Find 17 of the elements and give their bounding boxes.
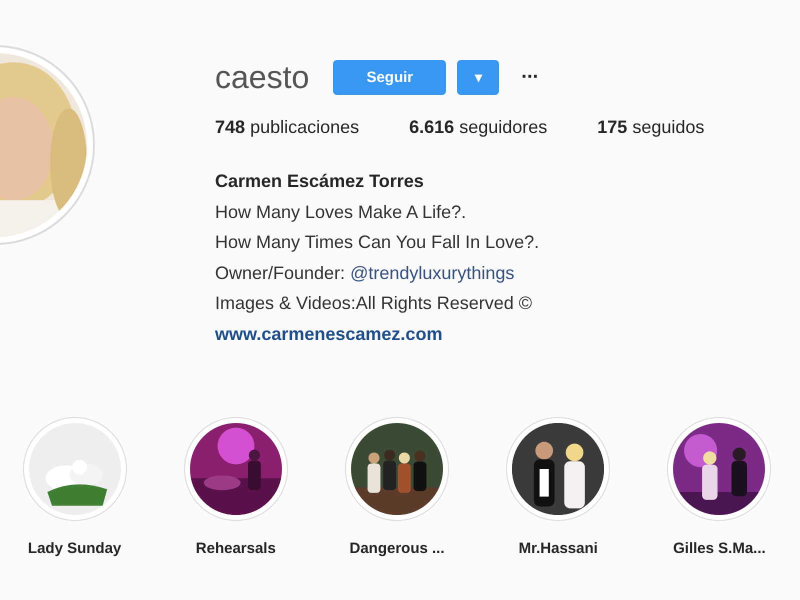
highlight-label: Mr.Hassani bbox=[518, 540, 598, 557]
bio-line: Owner/Founder: bbox=[215, 262, 346, 284]
username: caesto bbox=[215, 59, 310, 95]
more-options-button[interactable]: ··· bbox=[521, 66, 538, 88]
bio-line: How Many Times Can You Fall In Love?. bbox=[215, 231, 540, 254]
bio-line: Images & Videos:All Rights Reserved © bbox=[215, 292, 534, 315]
bio-line: How Many Loves Make A Life?. bbox=[215, 200, 468, 224]
profile-stat[interactable]: 748 publicaciones bbox=[215, 117, 360, 138]
highlight-label: Rehearsals bbox=[196, 540, 276, 557]
profile-stat[interactable]: 175 seguidos bbox=[597, 117, 704, 138]
profile-stat[interactable]: 6.616 seguidores bbox=[409, 117, 548, 138]
highlight-label: Lady Sunday bbox=[28, 540, 122, 557]
full-name: Carmen Escámez Torres bbox=[215, 170, 425, 193]
mention-link[interactable]: @trendyluxurythings bbox=[350, 258, 514, 288]
highlight-label: Dangerous ... bbox=[349, 540, 445, 557]
highlight-label: Gilles S.Ma... bbox=[673, 540, 766, 557]
website-link[interactable]: www.carmenescamez.com bbox=[215, 318, 704, 349]
